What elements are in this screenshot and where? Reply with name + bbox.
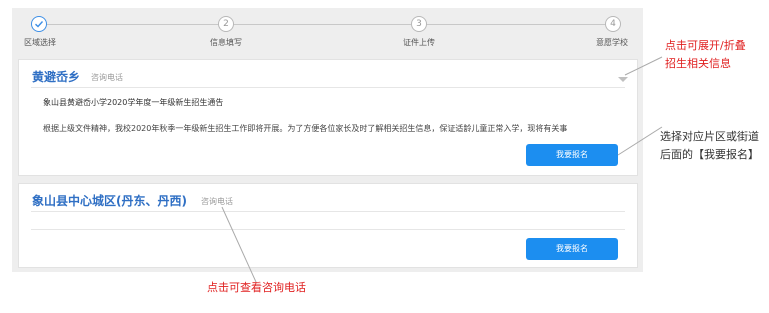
leader-line [617, 126, 663, 156]
leader-line [221, 206, 257, 283]
leader-line [624, 56, 663, 76]
annotation-select-line1: 选择对应片区或街道 [660, 130, 759, 143]
annotation-leader-lines [221, 56, 663, 283]
annotation-expand-line2: 招生相关信息 [665, 57, 731, 70]
annotation-select-line2: 后面的【我要报名】 [660, 148, 759, 161]
annotation-expand-line1: 点击可展开/折叠 [665, 39, 746, 52]
annotation-phone-hint: 点击可查看咨询电话 [207, 281, 306, 294]
